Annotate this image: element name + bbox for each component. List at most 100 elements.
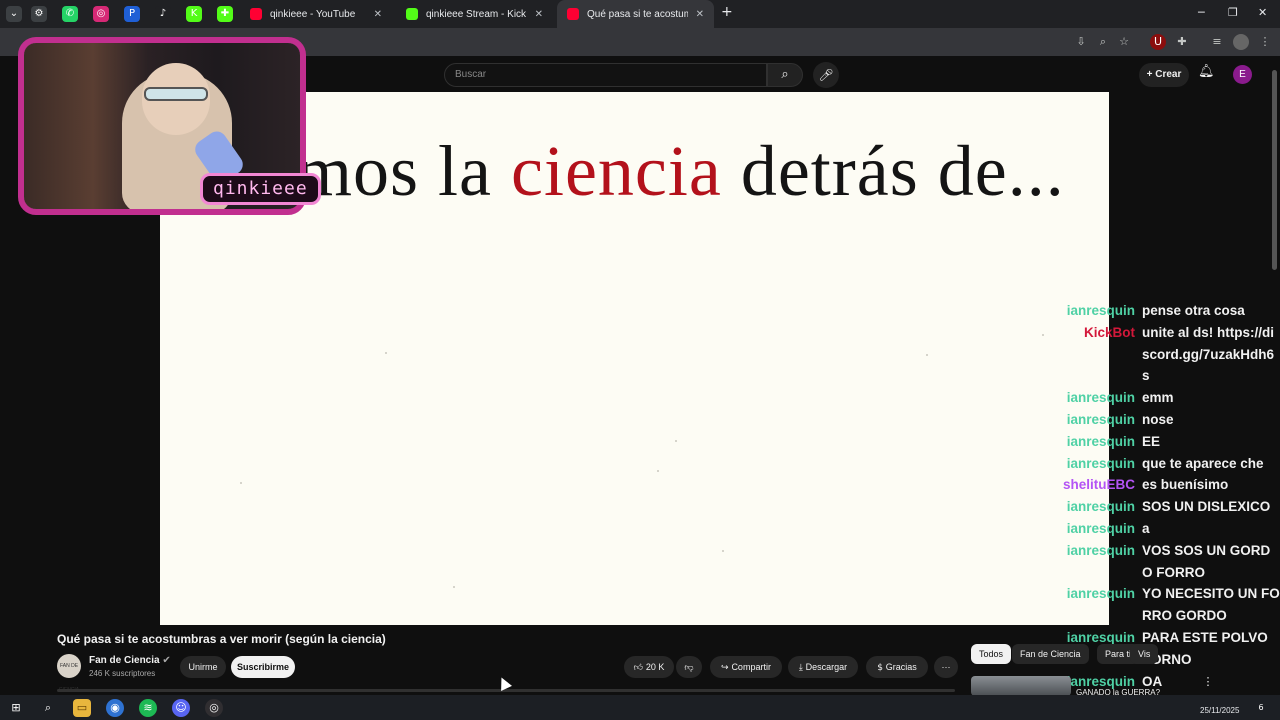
verified-icon: ✔	[162, 655, 171, 666]
related-more-icon[interactable]: ⋮	[1200, 674, 1216, 690]
puzzle-icon[interactable]: ✚	[217, 6, 233, 22]
windows-start-icon[interactable]: ⊞	[7, 699, 25, 717]
download-button[interactable]: ⤓ Descargar	[788, 656, 858, 678]
ublock-icon[interactable]: U	[1150, 34, 1166, 50]
discord-icon[interactable]: ☺	[172, 699, 190, 717]
join-button[interactable]: Unirme	[180, 656, 226, 678]
whatsapp-icon[interactable]: ✆	[62, 6, 78, 22]
file-explorer-icon[interactable]: ▭	[73, 699, 91, 717]
close-window-icon[interactable]: ✕	[1258, 6, 1267, 19]
create-button[interactable]: + Crear	[1139, 63, 1189, 87]
create-label: Crear	[1155, 69, 1182, 80]
extensions-icon[interactable]: ✚	[1174, 34, 1190, 50]
tab-favicon-icon	[406, 8, 418, 20]
related-video-thumbnail[interactable]	[971, 676, 1071, 696]
chrome-icon[interactable]: ◉	[106, 699, 124, 717]
share-icon: ↪	[721, 663, 732, 673]
chat-username[interactable]: ianresquin	[1060, 431, 1142, 453]
like-count: 20 K	[645, 662, 665, 672]
new-tab-button[interactable]: +	[721, 4, 733, 20]
browser-tab[interactable]: Qué pasa si te acostumbras ✕	[557, 0, 714, 28]
chrome-settings-icon[interactable]: ⚙	[31, 6, 47, 22]
subscriber-count: 246 K suscriptores	[89, 669, 156, 678]
notification-badge[interactable]: 6	[1252, 699, 1270, 717]
browser-tab[interactable]: qinkieee - YouTube ✕	[240, 0, 392, 28]
chat-text: que te aparece che	[1142, 455, 1264, 471]
chat-text: pense otra cosa	[1142, 303, 1245, 318]
dislike-button[interactable]: 👎︎	[676, 656, 702, 678]
paper-speck	[675, 440, 677, 442]
chat-message: ianresquin a	[1060, 518, 1280, 540]
chat-username[interactable]: KickBot	[1060, 322, 1142, 387]
subscribe-button[interactable]: Suscribirme	[231, 656, 295, 678]
minimize-icon[interactable]: ─	[1198, 6, 1205, 19]
taskbar-search-icon[interactable]: ⌕	[39, 699, 57, 717]
tab-close-icon[interactable]: ✕	[374, 9, 382, 20]
tab-label: Qué pasa si te acostumbras	[587, 8, 688, 20]
chat-username[interactable]: ianresquin	[1060, 496, 1142, 518]
streamer-webcam: qinkieee	[8, 25, 321, 215]
profile-avatar-icon[interactable]	[1233, 34, 1249, 50]
instagram-icon[interactable]: ◎	[93, 6, 109, 22]
obs-icon[interactable]: ◎	[205, 699, 223, 717]
page-scrollbar[interactable]	[1272, 70, 1277, 270]
streamer-goggles	[144, 87, 208, 101]
chat-username[interactable]: ianresquin	[1060, 300, 1142, 322]
bookmark-star-icon[interactable]: ☆	[1116, 34, 1132, 50]
install-app-icon[interactable]: ⇩	[1073, 34, 1089, 50]
paper-speck	[385, 352, 387, 354]
chat-username[interactable]: shelituEBC	[1060, 474, 1142, 496]
chat-username[interactable]: ianresquin	[1060, 453, 1142, 475]
channel-avatar[interactable]: FAN DE CIENCIA	[57, 654, 81, 693]
chat-text: YO NECESITO UN FORRO GORDO	[1142, 586, 1280, 624]
account-avatar[interactable]: E	[1233, 65, 1252, 84]
like-button[interactable]: 👍︎ 20 K	[624, 656, 674, 678]
bell-icon[interactable]: 🔔︎	[1198, 64, 1215, 79]
chat-text: a	[1142, 520, 1150, 536]
chat-username[interactable]: ianresquin	[1060, 540, 1142, 584]
chat-username[interactable]: ianresquin	[1060, 409, 1142, 431]
chat-username[interactable]: ianresquin	[1060, 518, 1142, 540]
chat-username[interactable]: ianresquin	[1060, 583, 1142, 627]
paper-speck	[926, 354, 928, 356]
video-title: Qué pasa si te acostumbras a ver morir (…	[57, 632, 386, 646]
tab-close-icon[interactable]: ✕	[535, 9, 543, 20]
search-icon[interactable]: ⌕	[767, 63, 803, 87]
related-chip[interactable]: Vis	[1130, 644, 1159, 664]
streamer-name-badge: qinkieee	[200, 173, 321, 205]
related-chips: Todos Fan de Ciencia Para ti Vis	[960, 640, 1280, 670]
chat-text: VOS SOS UN GORDO FORRO	[1142, 542, 1271, 580]
browser-tab[interactable]: qinkieee Stream - Kick Dash ✕	[396, 0, 553, 28]
related-chip[interactable]: Fan de Ciencia	[1012, 644, 1089, 664]
chat-message: ianresquin EE	[1060, 431, 1280, 453]
zoom-icon[interactable]: ⌕	[1095, 34, 1111, 50]
chat-username[interactable]: ianresquin	[1060, 387, 1142, 409]
paypal-icon[interactable]: P	[124, 6, 140, 22]
microphone-icon[interactable]: 🎤︎	[813, 62, 839, 88]
tiktok-icon[interactable]: ♪	[155, 6, 171, 22]
tab-search-icon[interactable]: ⌄	[6, 6, 22, 22]
search-input[interactable]: Buscar	[444, 63, 767, 87]
thumbs-down-icon: 👎︎	[684, 663, 694, 673]
browser-tab-bar: ⌄ ⚙ ✆ ◎ P ♪ K ✚ qinkieee - YouTube ✕ qinkieee St…	[0, 0, 1280, 28]
tab-favicon-icon	[250, 8, 262, 20]
caption-highlight: ciencia	[510, 131, 722, 211]
chat-text: es buenísimo	[1142, 477, 1229, 493]
restore-icon[interactable]: ❐	[1228, 6, 1238, 19]
kick-icon[interactable]: K	[186, 6, 202, 22]
share-button[interactable]: ↪ Compartir	[710, 656, 782, 678]
browser-menu-icon[interactable]: ⋮	[1257, 34, 1273, 50]
spotify-icon[interactable]: ≋	[139, 699, 157, 717]
tab-close-icon[interactable]: ✕	[696, 9, 704, 20]
media-control-icon[interactable]: ≡	[1209, 34, 1225, 50]
chat-message: ianresquin YO NECESITO UN FORRO GORDO	[1060, 583, 1280, 627]
taskbar-date[interactable]: 25/11/2025	[1200, 706, 1239, 715]
related-chip[interactable]: Todos	[971, 644, 1012, 664]
chat-message: KickBot unite al ds! https://discord.gg/7…	[1060, 322, 1280, 387]
more-actions-button[interactable]: ···	[934, 656, 958, 678]
paper-speck	[240, 482, 242, 484]
channel-name[interactable]: Fan de Ciencia ✔	[89, 655, 171, 666]
video-caption: mos la ciencia detrás de...	[296, 130, 1065, 213]
thanks-button[interactable]: $ Gracias	[866, 656, 928, 678]
caption-suffix: detrás de...	[721, 131, 1065, 211]
